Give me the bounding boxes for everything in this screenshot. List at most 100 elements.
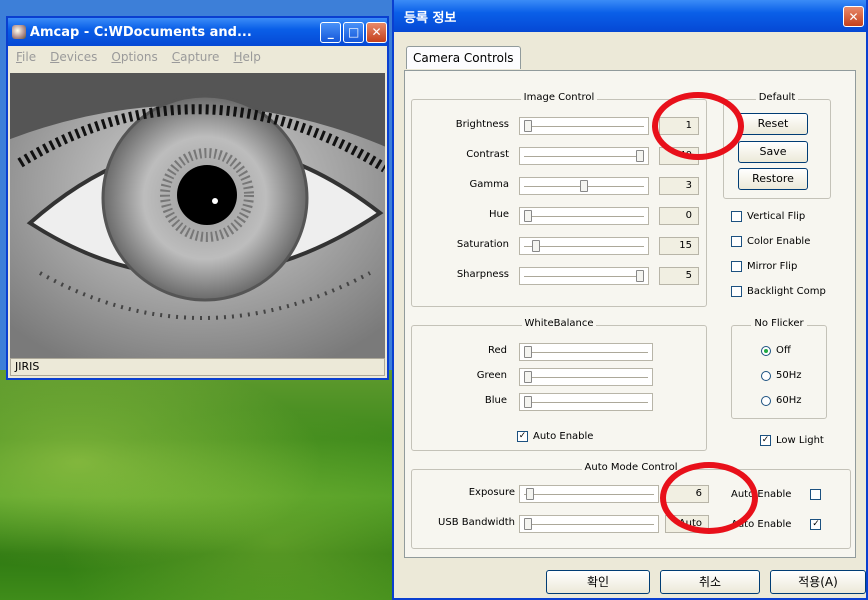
wb-red-label: Red [488,345,507,356]
wb-auto-enable-checkbox[interactable]: ✓ Auto Enable [517,431,593,442]
wb-blue-label: Blue [484,395,507,406]
ok-button[interactable]: 확인 [546,570,650,594]
dialog-close-icon[interactable]: ✕ [843,6,864,27]
backlight-comp-label: Backlight Comp [747,286,826,297]
hue-slider[interactable] [519,207,649,225]
sharpness-label: Sharpness [456,269,509,280]
wb-red-slider[interactable] [519,343,653,361]
flicker-off-label: Off [776,345,791,356]
close-icon[interactable]: ✕ [366,21,387,43]
auto-mode-title: Auto Mode Control [581,462,681,473]
backlight-comp-checkbox[interactable]: Backlight Comp [731,286,826,297]
wb-green-label: Green [476,370,507,381]
amcap-menubar: File Devices Options Capture Help [8,46,387,68]
brightness-thumb[interactable] [524,120,532,132]
saturation-thumb[interactable] [531,240,540,252]
saturation-slider[interactable] [519,237,649,255]
gamma-value: 3 [659,177,699,195]
tab-camera-controls[interactable]: Camera Controls [406,46,521,69]
flicker-off-dot[interactable] [761,345,771,356]
flicker-50hz-dot[interactable] [761,370,771,381]
default-title: Default [755,92,799,103]
restore-button[interactable]: Restore [738,168,808,190]
exposure-auto-box[interactable] [810,489,822,500]
cancel-button[interactable]: 취소 [660,570,760,594]
gamma-slider[interactable] [519,177,649,195]
backlight-comp-box[interactable] [731,286,742,297]
save-button[interactable]: Save [738,141,808,163]
wb-blue-thumb[interactable] [524,396,532,408]
maximize-icon[interactable]: □ [343,21,365,43]
apply-button[interactable]: 적용(A) [770,570,866,594]
wb-red-thumb[interactable] [524,346,532,358]
highlight-circle-exposure [660,462,758,534]
color-enable-box[interactable] [731,236,742,247]
exposure-slider[interactable] [519,485,659,503]
eye-image [10,73,385,358]
amcap-statusbar: JIRIS [10,358,385,376]
mirror-flip-box[interactable] [731,261,742,272]
usb-bandwidth-thumb[interactable] [524,518,532,530]
brightness-label: Brightness [455,119,509,130]
color-enable-label: Color Enable [747,236,811,247]
wb-green-thumb[interactable] [524,371,532,383]
image-control-title: Image Control [520,92,598,103]
hue-label: Hue [488,209,509,220]
dialog-title: 등록 정보 [404,10,457,26]
flicker-60hz-label: 60Hz [776,395,802,406]
vertical-flip-box[interactable] [731,211,742,222]
exposure-thumb[interactable] [526,488,534,500]
sharpness-slider[interactable] [519,267,649,285]
amcap-window: Amcap - C:WDocuments and... _ □ ✕ File D… [6,16,389,380]
exposure-label: Exposure [468,487,515,498]
hue-value: 0 [659,207,699,225]
menu-capture[interactable]: Capture [172,50,220,64]
menu-devices[interactable]: Devices [50,50,97,64]
properties-dialog: 등록 정보 ✕ Camera Controls Image Control Br… [392,0,868,600]
amcap-title: Amcap - C:WDocuments and... [29,24,252,40]
amcap-titlebar[interactable]: Amcap - C:WDocuments and... _ □ ✕ [8,18,387,46]
flicker-60hz-dot[interactable] [761,395,771,406]
gamma-label: Gamma [469,179,510,190]
auto-mode-group: Auto Mode Control [411,462,851,549]
contrast-slider[interactable] [519,147,649,165]
sharpness-thumb[interactable] [636,270,644,282]
amcap-app-icon [12,25,26,39]
contrast-thumb[interactable] [636,150,644,162]
reset-button[interactable]: Reset [738,113,808,135]
low-light-box[interactable]: ✓ [760,435,771,446]
wb-green-slider[interactable] [519,368,653,386]
saturation-value: 15 [659,237,699,255]
gamma-thumb[interactable] [580,180,588,192]
status-text: JIRIS [15,360,40,373]
no-flicker-title: No Flicker [751,318,807,329]
low-light-label: Low Light [776,435,824,446]
brightness-slider[interactable] [519,117,649,135]
mirror-flip-checkbox[interactable]: Mirror Flip [731,261,797,272]
desktop-wallpaper [0,370,392,600]
usb-bandwidth-slider[interactable] [519,515,659,533]
flicker-50hz-label: 50Hz [776,370,802,381]
wb-auto-box[interactable]: ✓ [517,431,528,442]
flicker-off-radio[interactable]: Off [761,345,791,356]
saturation-label: Saturation [456,239,509,250]
vertical-flip-checkbox[interactable]: Vertical Flip [731,211,805,222]
menu-file[interactable]: File [16,50,36,64]
contrast-label: Contrast [466,149,509,160]
vertical-flip-label: Vertical Flip [747,211,806,222]
camera-controls-panel: Image Control Brightness 1 Contrast 40 Gam… [404,70,856,558]
wb-blue-slider[interactable] [519,393,653,411]
color-enable-checkbox[interactable]: Color Enable [731,236,810,247]
wb-auto-label: Auto Enable [533,431,594,442]
mirror-flip-label: Mirror Flip [747,261,798,272]
flicker-50hz-radio[interactable]: 50Hz [761,370,802,381]
usb-auto-box[interactable]: ✓ [810,519,822,530]
flicker-60hz-radio[interactable]: 60Hz [761,395,802,406]
low-light-checkbox[interactable]: ✓ Low Light [760,435,824,446]
minimize-icon[interactable]: _ [320,21,342,43]
dialog-titlebar[interactable]: 등록 정보 ✕ [394,0,866,32]
menu-options[interactable]: Options [111,50,157,64]
menu-help[interactable]: Help [233,50,260,64]
hue-thumb[interactable] [524,210,532,222]
white-balance-title: WhiteBalance [521,318,597,329]
